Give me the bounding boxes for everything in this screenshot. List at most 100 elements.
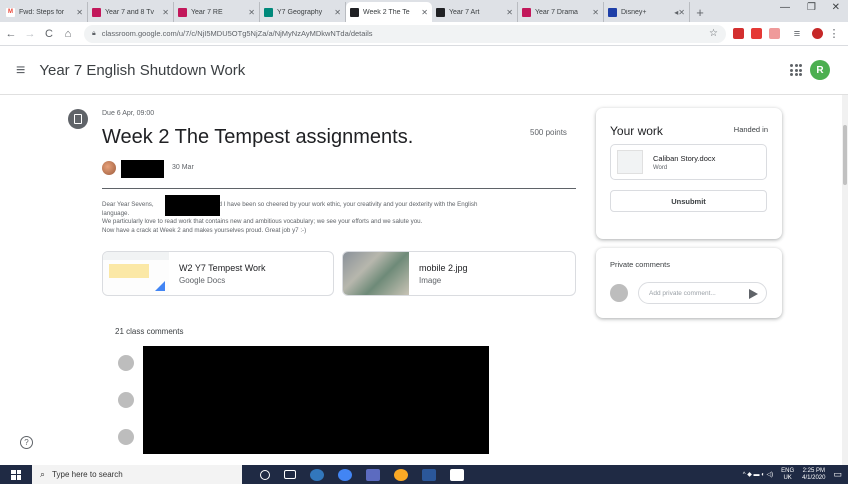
taskbar-search-placeholder: Type here to search <box>52 470 123 479</box>
restore-icon[interactable]: ❐ <box>807 2 816 13</box>
classroom-icon <box>436 7 445 17</box>
task-view-icon[interactable] <box>284 470 296 479</box>
start-button[interactable] <box>0 465 32 484</box>
browser-tab[interactable]: Year 7 RE ✕ <box>174 2 260 22</box>
system-tray: ^ ◆ ▬ ◐ ◁) ENG UK 2:25 PM 4/1/2020 ▭ <box>743 465 842 484</box>
browser-tab-active[interactable]: Week 2 The Te ✕ <box>346 2 432 22</box>
class-title[interactable]: Year 7 English Shutdown Work <box>39 62 245 79</box>
notification-icon[interactable]: ▭ <box>833 469 842 480</box>
your-work-panel: Your work Handed in Caliban Story.docx W… <box>596 108 782 239</box>
attachment-card[interactable]: W2 Y7 Tempest Work Google Docs <box>102 251 334 296</box>
classroom-icon <box>178 7 187 17</box>
extension-icon[interactable] <box>751 28 762 39</box>
attachment-card[interactable]: mobile 2.jpg Image <box>342 251 576 296</box>
new-tab-button[interactable]: + <box>690 2 710 22</box>
commenter-avatar <box>118 392 134 408</box>
home-icon[interactable]: ⌂ <box>60 28 76 40</box>
word-icon[interactable] <box>422 468 436 481</box>
edge-icon[interactable] <box>310 468 324 481</box>
attachment-name: W2 Y7 Tempest Work <box>179 262 266 273</box>
account-avatar[interactable]: R <box>810 60 830 80</box>
search-icon: ⌕ <box>40 469 46 479</box>
minimize-icon[interactable]: — <box>780 2 790 13</box>
audio-icon[interactable]: ◂✕ <box>674 8 685 17</box>
instructions-text: Now have a crack at Week 2 and makes you… <box>102 226 307 234</box>
assignment-icon <box>68 109 88 129</box>
browser-tab-strip: M Fwd: Steps for ✕ Year 7 and 8 Tv ✕ Year 7… <box>0 0 848 22</box>
hamburger-menu-icon[interactable]: ≡ <box>16 62 25 80</box>
attachment-type: Google Docs <box>179 275 226 285</box>
lang: ENG <box>781 467 795 474</box>
file-type: Word <box>653 164 668 171</box>
status-badge: Handed in <box>733 125 768 134</box>
bookmark-star-icon[interactable]: ☆ <box>709 28 718 39</box>
address-bar[interactable]: 🔒︎ classroom.google.com/u/7/c/NjI5MDU5OT… <box>84 24 726 43</box>
private-comment-input[interactable]: Add private comment... <box>638 282 767 304</box>
taskbar-search[interactable]: ⌕ Type here to search <box>32 465 242 484</box>
browser-tab[interactable]: Disney+ ◂✕ <box>604 2 690 22</box>
redacted-name <box>165 195 220 216</box>
clock[interactable]: 2:25 PM 4/1/2020 <box>802 468 825 482</box>
close-icon[interactable]: ✕ <box>334 8 341 17</box>
apps-grid-icon[interactable] <box>790 64 802 76</box>
profile-icon[interactable] <box>812 28 823 39</box>
close-icon[interactable]: ✕ <box>421 8 428 17</box>
points-label: 500 points <box>530 128 567 137</box>
tab-label: Year 7 RE <box>191 8 223 16</box>
divider <box>102 188 576 189</box>
reload-icon[interactable]: C <box>41 28 57 40</box>
class-comments-link[interactable]: 21 class comments <box>115 327 183 336</box>
extension-icon[interactable] <box>733 28 744 39</box>
tab-label: Disney+ <box>621 8 647 16</box>
instructions-text: Dear Year Sevens, <box>102 201 154 208</box>
app-icon[interactable] <box>394 468 408 481</box>
tray-icons[interactable]: ^ ◆ ▬ ◐ ◁) <box>743 471 773 478</box>
private-comments-panel: Private comments Add private comment... <box>596 248 782 318</box>
gmail-icon: M <box>6 7 15 17</box>
submitted-file-card[interactable]: Caliban Story.docx Word <box>610 144 767 180</box>
user-avatar <box>610 284 628 302</box>
time: 2:25 PM <box>802 467 825 474</box>
close-icon[interactable]: ✕ <box>248 8 255 17</box>
close-icon[interactable]: ✕ <box>76 8 83 17</box>
close-icon[interactable]: ✕ <box>506 8 513 17</box>
browser-tab[interactable]: Year 7 Drama ✕ <box>518 2 604 22</box>
chrome-icon[interactable] <box>338 468 352 481</box>
windows-taskbar: ⌕ Type here to search ^ ◆ ▬ ◐ ◁) ENG UK … <box>0 465 848 484</box>
image-thumbnail <box>343 252 409 295</box>
classroom-icon <box>522 7 531 17</box>
browser-tab[interactable]: Year 7 and 8 Tv ✕ <box>88 2 174 22</box>
cortana-icon[interactable] <box>260 469 270 480</box>
teacher-avatar <box>102 161 116 175</box>
redacted-name <box>121 160 164 178</box>
app-icon[interactable] <box>366 468 380 481</box>
extension-icon[interactable] <box>769 28 780 39</box>
photos-icon[interactable] <box>450 468 464 481</box>
menu-icon[interactable]: ⋮ <box>826 27 842 40</box>
browser-tab[interactable]: Y7 Geography ✕ <box>260 2 346 22</box>
close-window-icon[interactable]: ✕ <box>832 2 840 13</box>
region: UK <box>783 474 792 481</box>
lock-icon: 🔒︎ <box>92 29 96 37</box>
browser-tab[interactable]: Year 7 Art ✕ <box>432 2 518 22</box>
forward-icon[interactable]: → <box>22 28 38 40</box>
close-icon[interactable]: ✕ <box>592 8 599 17</box>
back-icon[interactable]: ← <box>3 28 19 40</box>
reading-list-icon[interactable]: ≡ <box>789 28 805 40</box>
tab-label: Fwd: Steps for <box>19 8 65 16</box>
browser-tab[interactable]: M Fwd: Steps for ✕ <box>2 2 88 22</box>
help-icon[interactable]: ? <box>20 436 33 449</box>
send-icon[interactable] <box>749 289 758 299</box>
attachment-name: mobile 2.jpg <box>419 262 468 273</box>
commenter-avatar <box>118 429 134 445</box>
language-indicator[interactable]: ENG UK <box>781 468 794 482</box>
page-scrollbar[interactable] <box>842 95 848 465</box>
close-icon[interactable]: ✕ <box>162 8 169 17</box>
url-text: classroom.google.com/u/7/c/NjI5MDU5OTg5N… <box>101 29 373 38</box>
instructions-text: We particularly love to read work that c… <box>102 218 423 225</box>
date: 4/1/2020 <box>802 474 826 481</box>
redacted-comments <box>143 346 489 454</box>
your-work-title: Your work <box>610 124 663 138</box>
disney-icon <box>608 7 617 17</box>
unsubmit-button[interactable]: Unsubmit <box>610 190 767 212</box>
